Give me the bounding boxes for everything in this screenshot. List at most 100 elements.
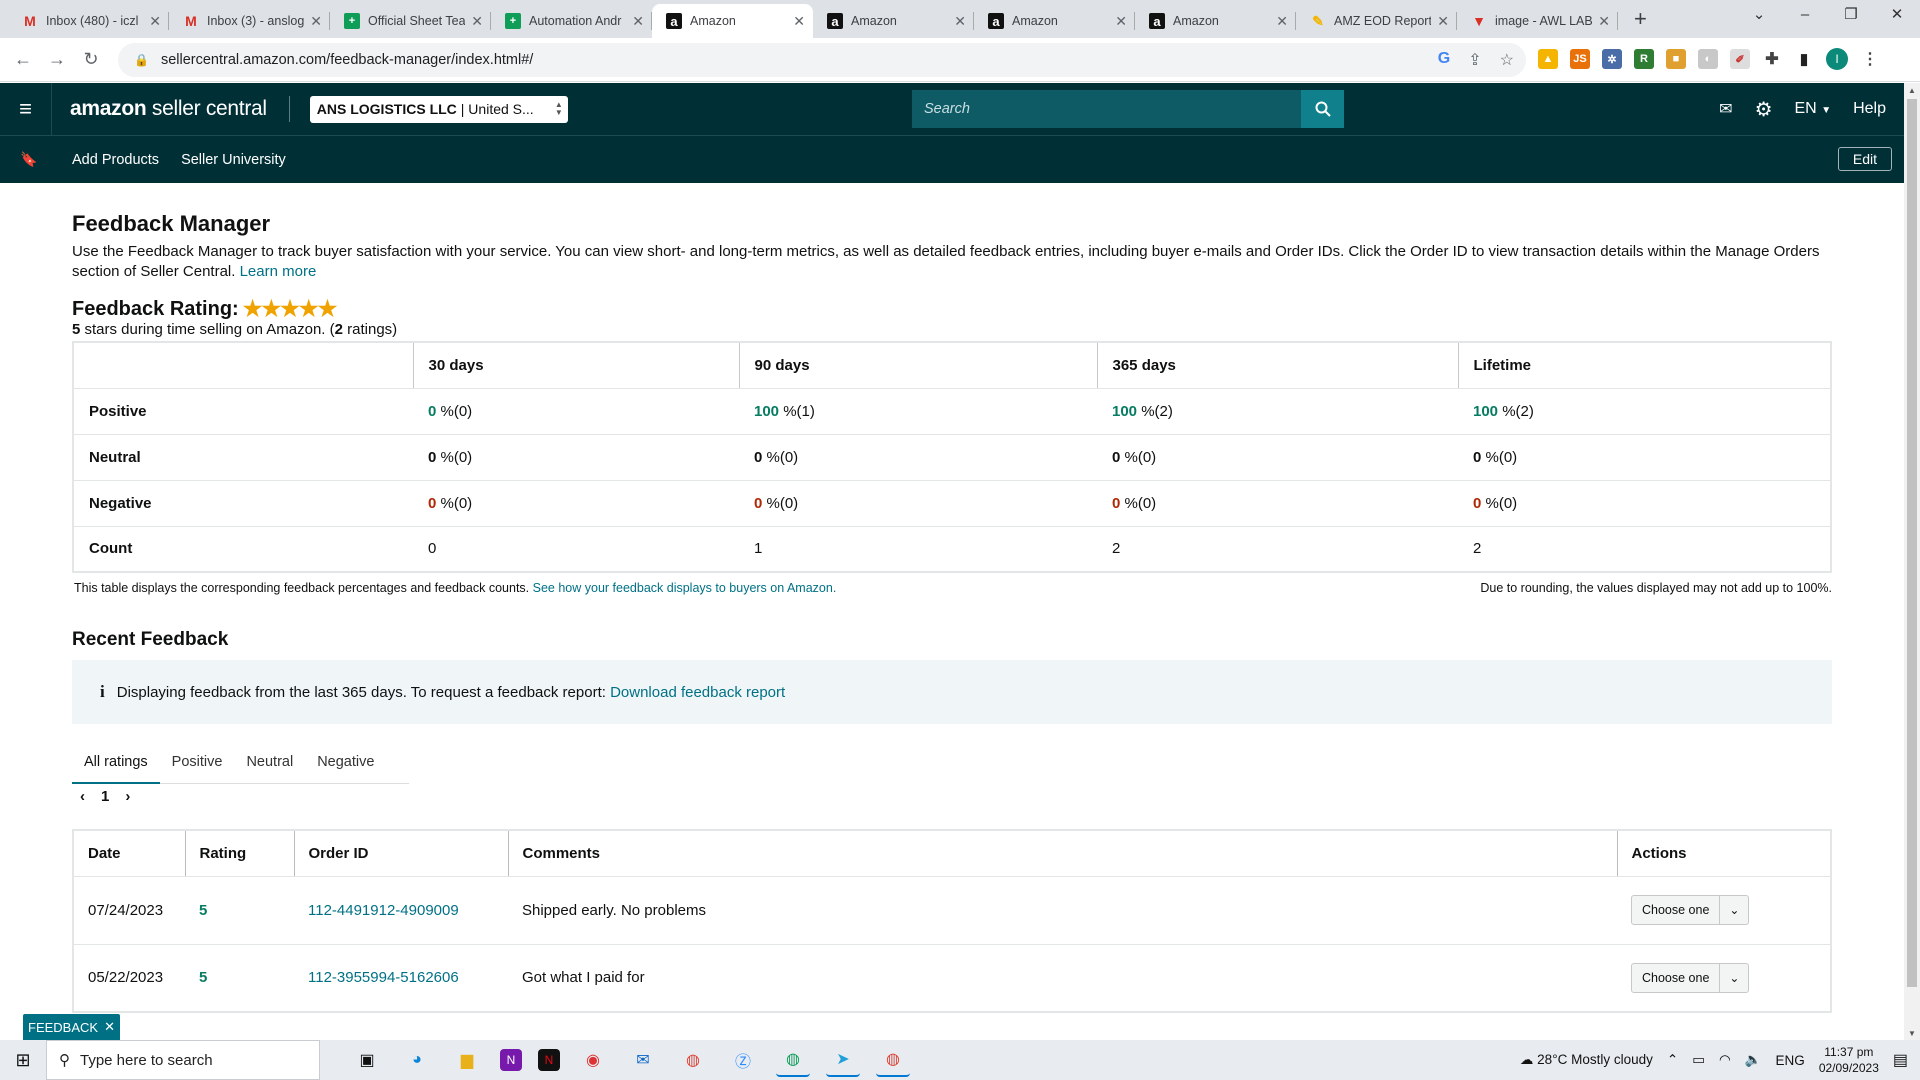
battery-icon[interactable]: ▭	[1692, 1052, 1705, 1068]
nav-add-products[interactable]: Add Products	[72, 152, 159, 168]
bookmark-icon[interactable]: 🔖	[20, 151, 60, 168]
close-tab-icon[interactable]: ✕	[310, 13, 322, 30]
browser-tab[interactable]: a Amazon ✕	[1135, 4, 1296, 38]
prev-page-icon[interactable]: ‹	[80, 788, 85, 805]
vertical-scrollbar[interactable]: ▲ ▼	[1904, 83, 1920, 1041]
profile-avatar[interactable]: I	[1826, 48, 1848, 70]
extension-icon[interactable]: ▲	[1538, 49, 1558, 69]
extension-icon[interactable]: ✐	[1730, 49, 1750, 69]
language-selector[interactable]: EN ▼	[1795, 100, 1832, 118]
tab-negative[interactable]: Negative	[305, 740, 386, 784]
close-tab-icon[interactable]: ✕	[1115, 13, 1127, 30]
feedback-widget-button[interactable]: FEEDBACK ✕	[23, 1014, 120, 1040]
current-page[interactable]: 1	[101, 788, 109, 805]
browser-tab[interactable]: a Amazon ✕	[813, 4, 974, 38]
close-tab-icon[interactable]: ✕	[1276, 13, 1288, 30]
browser-tab[interactable]: ▼ image - AWL LAB ✕	[1457, 4, 1618, 38]
lock-icon[interactable]: 🔒	[134, 53, 149, 67]
notifications-icon[interactable]: ▤	[1893, 1050, 1908, 1070]
sidepanel-icon[interactable]: ▮	[1794, 49, 1814, 69]
taskbar-search[interactable]: ⚲ Type here to search	[46, 1040, 320, 1080]
address-bar[interactable]: 🔒 sellercentral.amazon.com/feedback-mana…	[118, 43, 1526, 77]
zoom-icon[interactable]: Ⓩ	[726, 1043, 760, 1077]
close-icon[interactable]: ✕	[104, 1019, 115, 1035]
close-tab-icon[interactable]: ✕	[149, 13, 161, 30]
browser-tab[interactable]: + Automation Andr ✕	[491, 4, 652, 38]
task-view-icon[interactable]: ▣	[350, 1043, 384, 1077]
tab-positive[interactable]: Positive	[160, 740, 235, 784]
browser-tab[interactable]: ✎ AMZ EOD Report ✕	[1296, 4, 1457, 38]
new-tab-icon[interactable]: +	[1634, 6, 1647, 32]
mail-icon[interactable]: ✉	[626, 1043, 660, 1077]
browser-tab[interactable]: a Amazon ✕	[974, 4, 1135, 38]
chrome-icon[interactable]: ◍	[776, 1043, 810, 1077]
bookmark-star-icon[interactable]: ☆	[1500, 50, 1514, 70]
learn-more-link[interactable]: Learn more	[240, 263, 317, 280]
app-icon[interactable]: ◉	[576, 1043, 610, 1077]
forward-icon[interactable]: →	[40, 49, 74, 70]
feedback-display-link[interactable]: See how your feedback displays to buyers…	[533, 581, 837, 595]
gear-icon[interactable]: ⚙	[1755, 97, 1773, 122]
input-language[interactable]: ENG	[1776, 1053, 1805, 1068]
next-page-icon[interactable]: ›	[125, 788, 130, 805]
seller-central-logo[interactable]: amazon seller central	[70, 97, 267, 121]
close-tab-icon[interactable]: ✕	[954, 13, 966, 30]
minimize-icon[interactable]: –	[1782, 0, 1828, 32]
close-tab-icon[interactable]: ✕	[1437, 13, 1449, 30]
choose-action-dropdown[interactable]: Choose one ⌄	[1631, 895, 1750, 925]
menu-dots-icon[interactable]: ⋮	[1860, 49, 1880, 69]
download-report-link[interactable]: Download feedback report	[610, 684, 785, 701]
onenote-icon[interactable]: N	[500, 1049, 522, 1071]
browser-tab[interactable]: M Inbox (480) - iczl ✕	[8, 4, 169, 38]
extension-icon[interactable]: JS	[1570, 49, 1590, 69]
nav-seller-university[interactable]: Seller University	[181, 152, 286, 168]
account-switcher[interactable]: ANS LOGISTICS LLC | United S... ▲ ▼	[309, 95, 568, 123]
weather-widget[interactable]: ☁ 28°C Mostly cloudy	[1520, 1052, 1653, 1068]
mail-icon[interactable]: ✉	[1719, 99, 1732, 119]
search-input[interactable]: Search	[912, 101, 1301, 117]
reload-icon[interactable]: ↻	[74, 49, 108, 70]
scroll-up-icon[interactable]: ▲	[1908, 86, 1916, 95]
netflix-icon[interactable]: N	[538, 1049, 560, 1071]
close-window-icon[interactable]: ✕	[1874, 0, 1920, 32]
hamburger-menu-icon[interactable]: ≡	[0, 83, 52, 135]
puzzle-icon[interactable]: ✚	[1762, 49, 1782, 69]
tray-chevron-icon[interactable]: ⌃	[1667, 1052, 1678, 1068]
edit-button[interactable]: Edit	[1837, 147, 1892, 171]
extension-icon[interactable]: ✲	[1602, 49, 1622, 69]
scrollbar-thumb[interactable]	[1907, 99, 1917, 987]
close-tab-icon[interactable]: ✕	[1598, 13, 1610, 30]
tab-neutral[interactable]: Neutral	[234, 740, 305, 784]
close-tab-icon[interactable]: ✕	[793, 13, 805, 30]
wifi-icon[interactable]: ◠	[1719, 1052, 1731, 1068]
back-icon[interactable]: ←	[6, 49, 40, 70]
volume-icon[interactable]: 🔈	[1745, 1052, 1762, 1068]
close-tab-icon[interactable]: ✕	[632, 13, 644, 30]
google-icon[interactable]: G	[1438, 50, 1450, 70]
browser-tab[interactable]: a Amazon ✕	[652, 4, 813, 38]
file-explorer-icon[interactable]: ▆	[450, 1043, 484, 1077]
browser-tab[interactable]: + Official Sheet Tea ✕	[330, 4, 491, 38]
browser-tab[interactable]: M Inbox (3) - anslog ✕	[169, 4, 330, 38]
clock[interactable]: 11:37 pm 02/09/2023	[1819, 1044, 1879, 1076]
extension-icon[interactable]: ■	[1666, 49, 1686, 69]
share-icon[interactable]: ⇪	[1468, 50, 1481, 70]
order-id-link[interactable]: 112-4491912-4909009	[294, 876, 508, 945]
extension-icon[interactable]: R	[1634, 49, 1654, 69]
metrics-col-header: 365 days	[1096, 342, 1458, 389]
telegram-icon[interactable]: ➤	[826, 1043, 860, 1077]
scroll-down-icon[interactable]: ▼	[1908, 1029, 1916, 1038]
edge-icon[interactable]: ◕	[400, 1043, 434, 1077]
tab-search-icon[interactable]: ⌄	[1736, 0, 1782, 32]
order-id-link[interactable]: 112-3955994-5162606	[294, 944, 508, 1013]
windows-start-icon[interactable]: ⊞	[0, 1050, 46, 1071]
choose-action-dropdown[interactable]: Choose one ⌄	[1631, 962, 1750, 993]
chrome-icon[interactable]: ◍	[676, 1043, 710, 1077]
help-link[interactable]: Help	[1853, 100, 1886, 118]
tab-all-ratings[interactable]: All ratings	[72, 740, 160, 784]
chrome-icon[interactable]: ◍	[876, 1043, 910, 1077]
search-button[interactable]	[1301, 90, 1344, 128]
restore-icon[interactable]: ❐	[1828, 0, 1874, 32]
close-tab-icon[interactable]: ✕	[471, 13, 483, 30]
extension-icon[interactable]: ◐	[1698, 49, 1718, 69]
